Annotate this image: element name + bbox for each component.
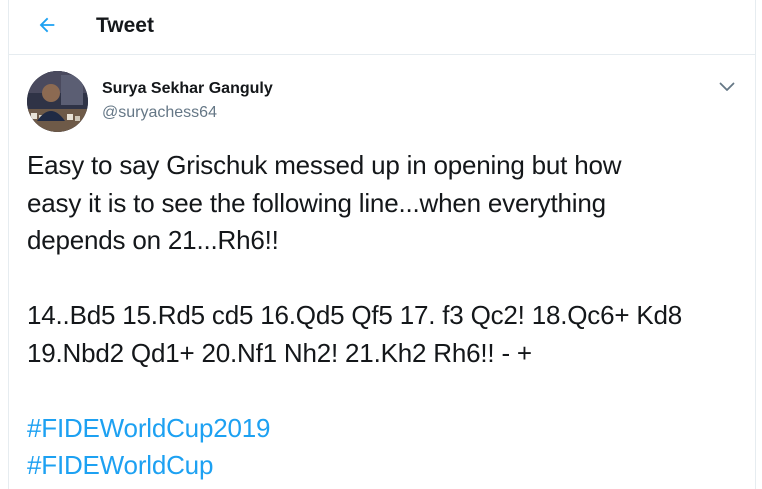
moves-line: 19.Nbd2 Qd1+ 20.Nf1 Nh2! 21.Kh2 Rh6!! - … (27, 337, 532, 368)
tweet-line: depends on 21...Rh6!! (27, 225, 279, 255)
right-border (755, 0, 756, 489)
tweet-page: Tweet Surya Sekhar Ganguly @suryachess64… (0, 0, 762, 489)
tweet-menu-button[interactable] (715, 77, 739, 97)
chevron-down-icon (719, 82, 735, 91)
tweet-text: Easy to say Grischuk messed up in openin… (27, 147, 747, 485)
back-button[interactable] (33, 11, 61, 39)
author-handle[interactable]: @suryachess64 (102, 103, 217, 123)
page-title: Tweet (96, 14, 154, 37)
author-name[interactable]: Surya Sekhar Ganguly (102, 79, 273, 99)
avatar-photo (27, 71, 88, 132)
tweet-line: Easy to say Grischuk messed up in openin… (27, 150, 622, 180)
hashtag-link[interactable]: #FIDEWorldCup2019 (27, 410, 747, 448)
arrow-left-icon (39, 17, 55, 33)
page-header: Tweet (9, 0, 755, 55)
hashtag-link[interactable]: #FIDEWorldCup (27, 447, 747, 485)
avatar[interactable] (27, 71, 88, 132)
tweet-line: easy it is to see the following line...w… (27, 187, 606, 218)
left-border (8, 0, 9, 489)
moves-line: 14..Bd5 15.Rd5 cd5 16.Qd5 Qf5 17. f3 Qc2… (27, 300, 683, 330)
